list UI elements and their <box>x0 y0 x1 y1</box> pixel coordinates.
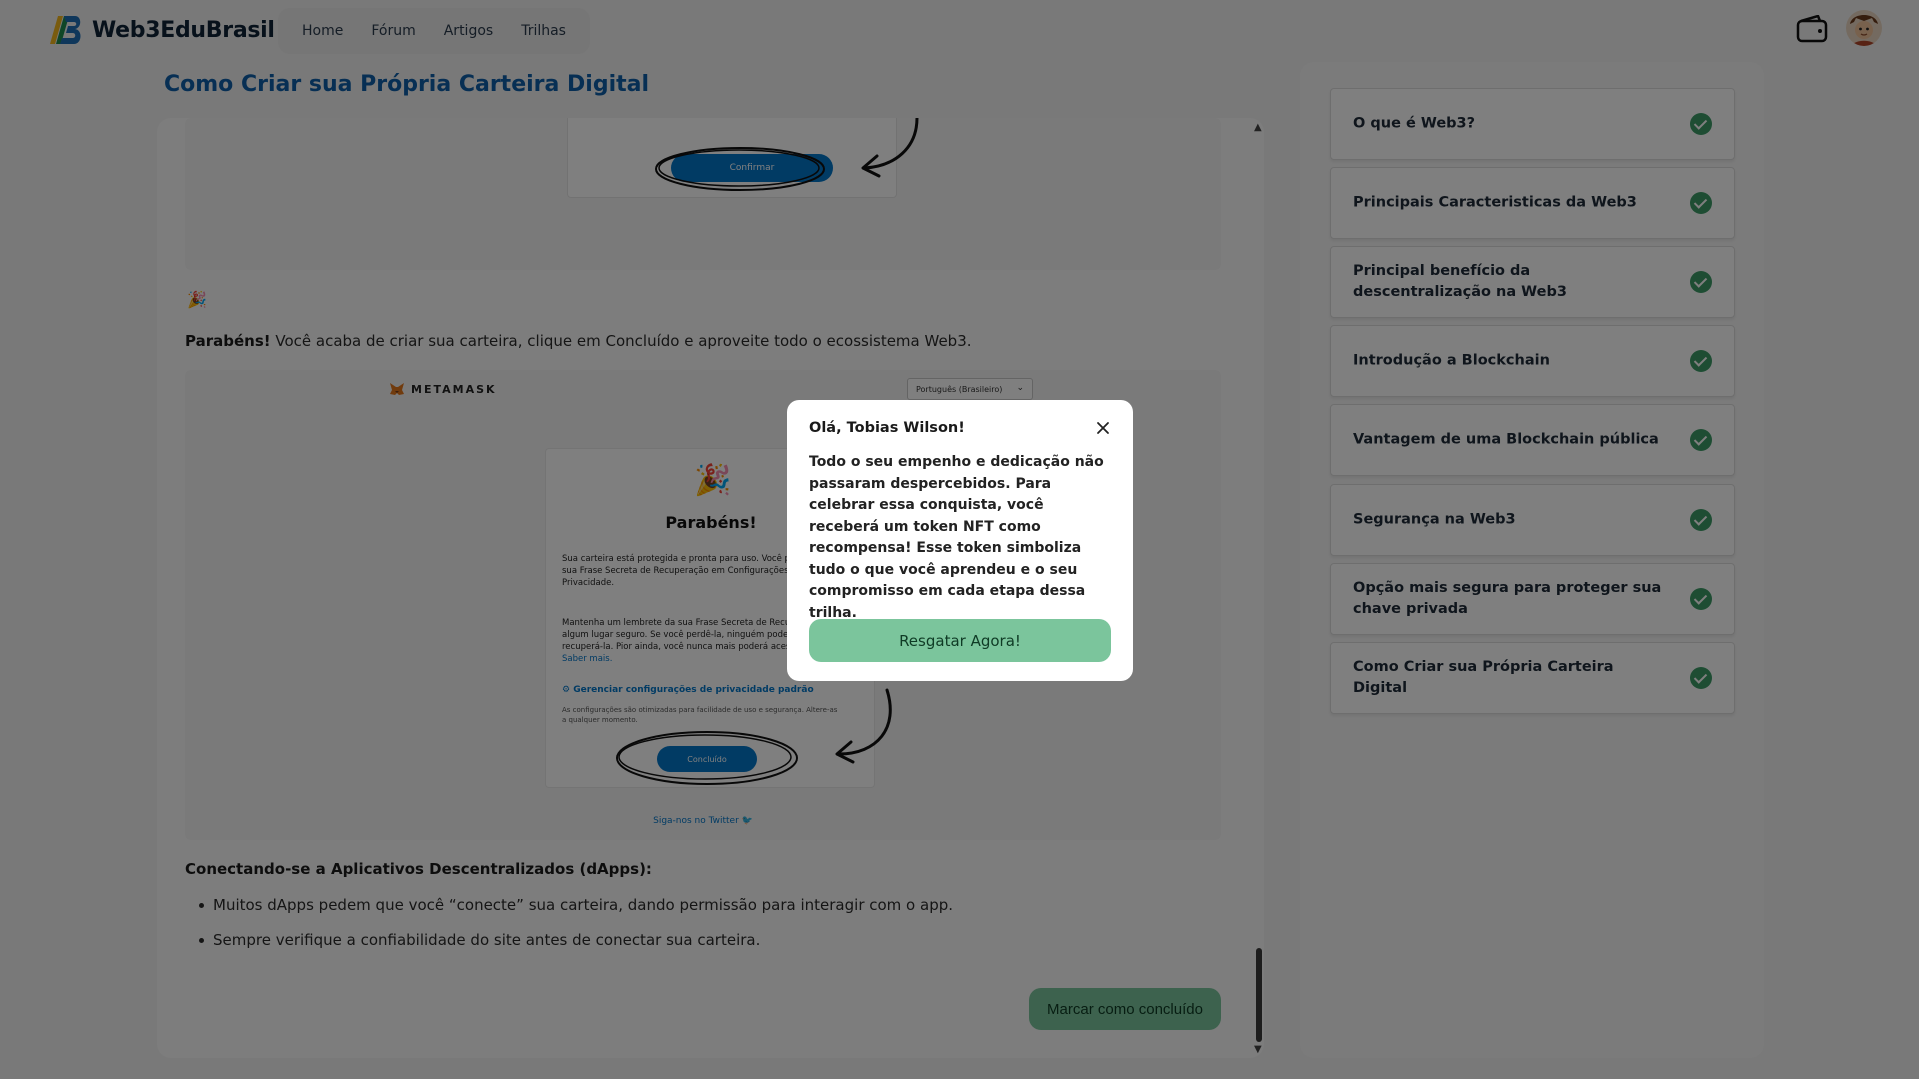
reward-modal: Olá, Tobias Wilson! Todo o seu empenho e… <box>787 400 1133 681</box>
close-icon[interactable] <box>1093 418 1113 438</box>
modal-title: Olá, Tobias Wilson! <box>809 420 965 436</box>
claim-reward-button[interactable]: Resgatar Agora! <box>809 619 1111 662</box>
modal-body: Todo o seu empenho e dedicação não passa… <box>809 454 1104 621</box>
